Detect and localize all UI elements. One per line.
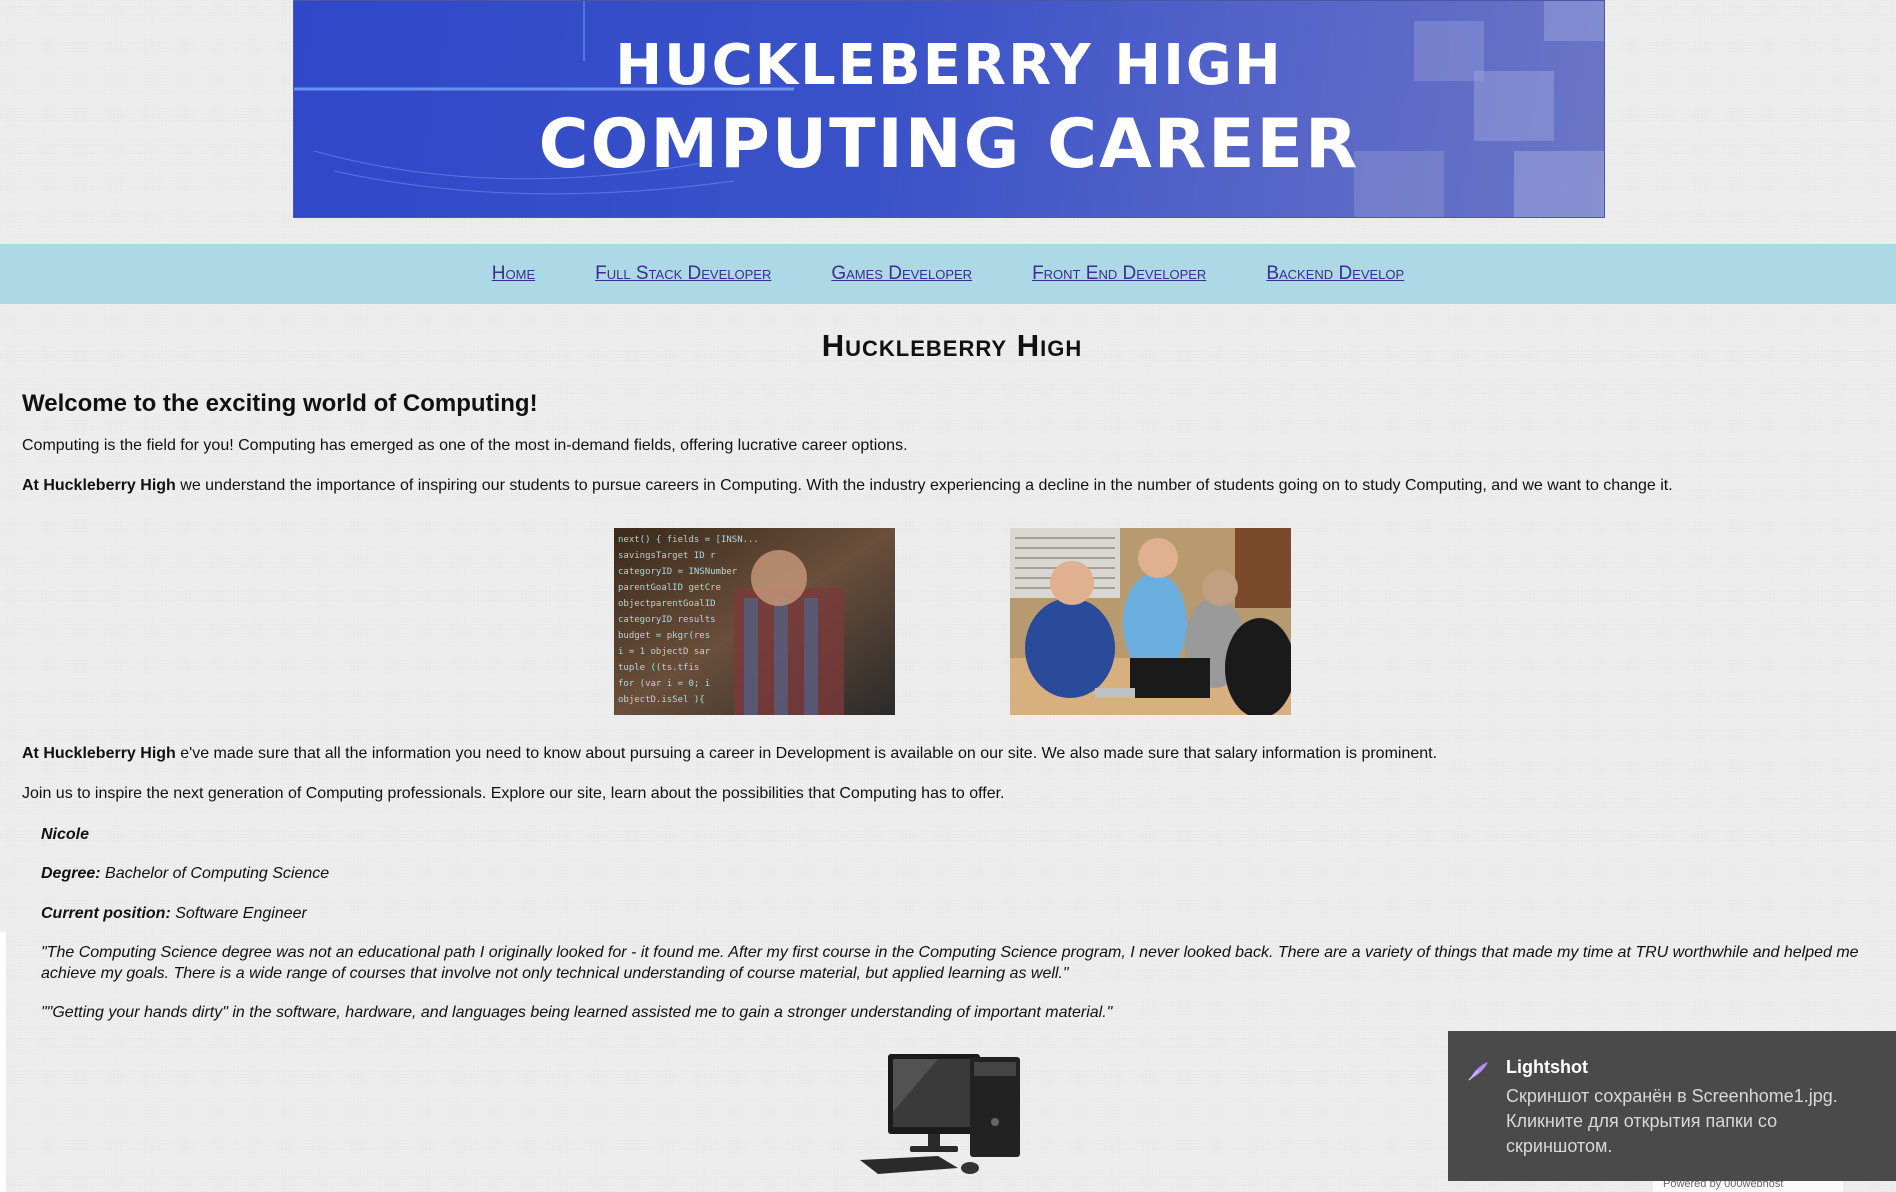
svg-text:savingsTarget ID r: savingsTarget ID r [618,551,716,561]
svg-text:i = 1 objectD sar: i = 1 objectD sar [618,647,711,657]
banner-title-line1: HUCKLEBERRY HIGH [615,33,1283,98]
lightshot-notification[interactable]: Lightshot Скриншот сохранён в Screenhome… [1448,1031,1896,1181]
svg-text:next() { fields = [INSN...: next() { fields = [INSN... [618,535,759,545]
banner-title-line2: COMPUTING CAREER [538,105,1360,184]
svg-text:for (var i = 0; i: for (var i = 0; i [618,679,710,689]
svg-text:parentGoalID getCre: parentGoalID getCre [618,583,721,593]
info-school-name: At Huckleberry High [22,745,176,762]
testimonial-position: Current position: Software Engineer [41,903,1861,924]
main-nav: Home Full Stack Developer Games Develope… [0,244,1896,304]
page-title: Huckleberry High [821,328,1083,363]
nav-games-developer[interactable]: Games Developer [831,263,972,285]
intro-paragraph: Computing is the field for you! Computin… [22,437,908,454]
header-banner: HUCKLEBERRY HIGH COMPUTING CAREER [293,0,1605,218]
mission-text: we understand the importance of inspirin… [175,477,1673,494]
welcome-heading: Welcome to the exciting world of Computi… [22,390,538,417]
coding-student-photo: next() { fields = [INSN... savingsTarget… [614,528,895,715]
join-paragraph: Join us to inspire the next generation o… [22,785,1005,802]
svg-text:objectparentGoalID: objectparentGoalID [618,599,716,609]
svg-text:categoryID = INSNumber: categoryID = INSNumber [618,567,738,577]
notification-title: Lightshot [1506,1057,1588,1077]
nav-home[interactable]: Home [492,263,535,285]
nav-backend-developer[interactable]: Backend Develop [1266,263,1404,285]
svg-text:tuple ((ts.tfis: tuple ((ts.tfis [618,663,699,673]
students-laptop-photo [1010,528,1291,715]
svg-text:categoryID results: categoryID results [618,615,716,625]
position-label: Current position: [41,905,171,922]
mission-paragraph: At Huckleberry High we understand the im… [22,477,1673,495]
testimonial-name: Nicole [41,826,90,843]
notification-message: Скриншот сохранён в Screenhome1.jpg. Кли… [1506,1086,1838,1156]
mission-school-name: At Huckleberry High [22,477,176,494]
svg-text:objectD.isSel ){: objectD.isSel ){ [618,695,705,705]
svg-text:budget = pkgr(res: budget = pkgr(res [618,631,710,641]
info-paragraph: At Huckleberry High e've made sure that … [22,745,1437,763]
testimonial-quote-2: ""Getting your hands dirty" in the softw… [41,1004,1113,1021]
degree-value: Bachelor of Computing Science [100,865,330,882]
info-text: e've made sure that all the information … [175,745,1438,762]
position-value: Software Engineer [170,905,307,922]
feather-icon [1468,1062,1488,1081]
desktop-computer-image [858,1052,1033,1177]
page-edge-strip [0,932,6,1192]
testimonial-quote-1: "The Computing Science degree was not an… [41,944,1859,982]
nav-full-stack-developer[interactable]: Full Stack Developer [595,263,771,285]
nav-front-end-developer[interactable]: Front End Developer [1032,263,1206,285]
testimonial-degree: Degree: Bachelor of Computing Science [41,863,1861,884]
degree-label: Degree: [41,865,101,882]
